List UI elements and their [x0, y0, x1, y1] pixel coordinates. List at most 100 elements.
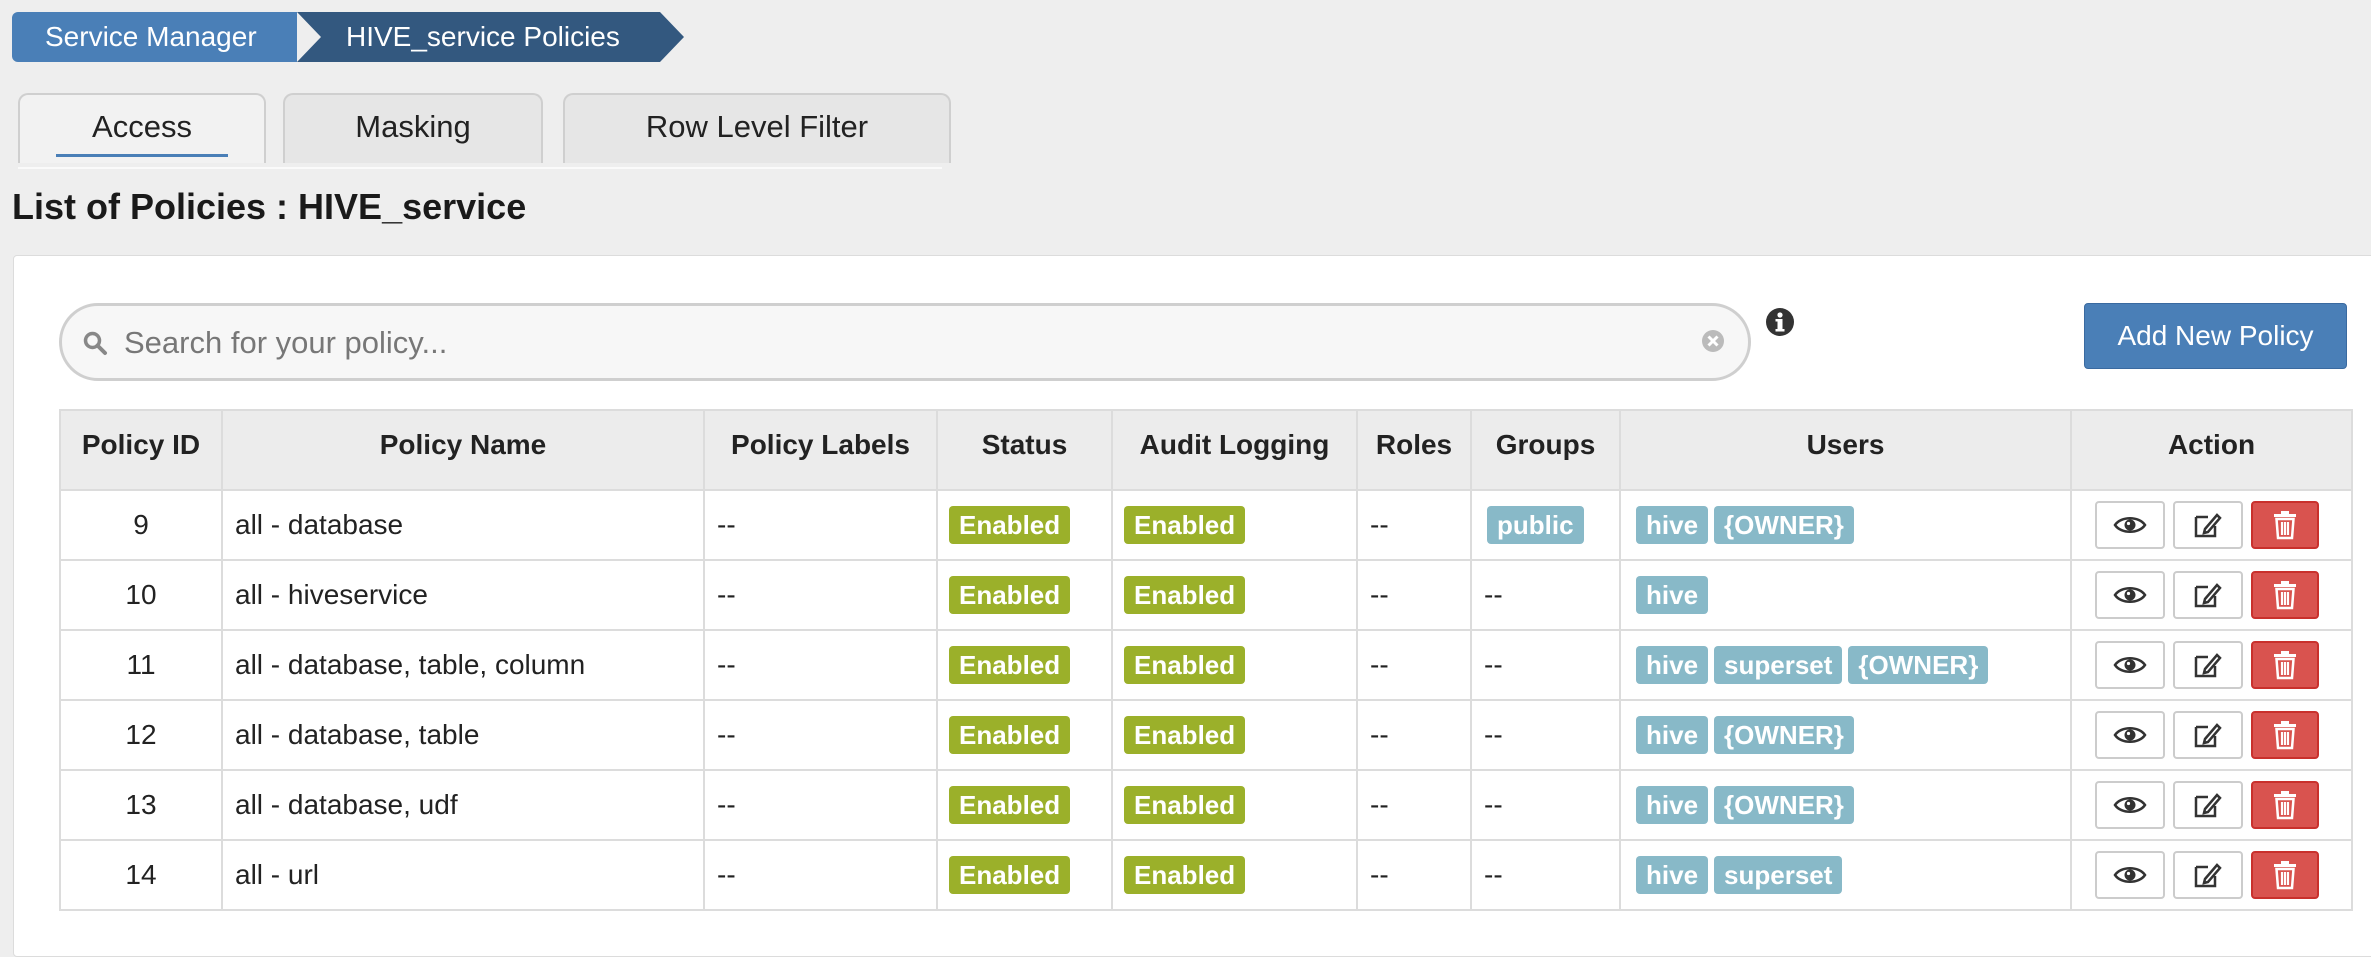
roles-cell: --	[1356, 559, 1472, 631]
table-row: 9 all - database -- Enabled Enabled -- public h…	[59, 489, 2353, 561]
user-badge: hive	[1636, 856, 1709, 894]
user-badge: {OWNER}	[1714, 716, 1854, 754]
user-badge: superset	[1714, 646, 1843, 684]
policy-name: all - database, table, column	[221, 629, 705, 701]
policy-labels: --	[703, 559, 938, 631]
edit-policy-button[interactable]	[2173, 501, 2243, 549]
users-cell: hive {OWNER}	[1619, 699, 2072, 771]
column-header: Action	[2070, 409, 2353, 491]
policy-id-link[interactable]: 9	[59, 489, 223, 561]
policy-id-link[interactable]: 13	[59, 769, 223, 841]
column-header: Roles	[1356, 409, 1472, 491]
groups-cell: public	[1470, 489, 1621, 561]
view-policy-button[interactable]	[2095, 711, 2165, 759]
status-cell: Enabled	[936, 839, 1113, 911]
audit-logging-badge: Enabled	[1124, 856, 1246, 894]
table-row: 12 all - database, table -- Enabled Enabled -…	[59, 699, 2353, 771]
status-badge: Enabled	[949, 506, 1071, 544]
user-badge: hive	[1636, 716, 1709, 754]
policy-id-link[interactable]: 14	[59, 839, 223, 911]
user-badge: hive	[1636, 506, 1709, 544]
edit-policy-button[interactable]	[2173, 641, 2243, 689]
info-icon[interactable]	[1765, 307, 1795, 342]
column-header: Audit Logging	[1111, 409, 1358, 491]
edit-policy-button[interactable]	[2173, 781, 2243, 829]
column-header: Users	[1619, 409, 2072, 491]
column-header: Groups	[1470, 409, 1621, 491]
breadcrumb-hive-service-policies[interactable]: HIVE_service Policies	[297, 12, 684, 62]
column-header[interactable]: Policy ID	[59, 409, 223, 491]
policy-name: all - hiveservice	[221, 559, 705, 631]
delete-policy-button[interactable]	[2251, 851, 2319, 899]
user-badge: {OWNER}	[1714, 506, 1854, 544]
policy-id-link[interactable]: 12	[59, 699, 223, 771]
status-cell: Enabled	[936, 489, 1113, 561]
groups-cell: --	[1470, 699, 1621, 771]
tab-row-level-filter[interactable]: Row Level Filter	[563, 93, 951, 163]
roles-cell: --	[1356, 699, 1472, 771]
breadcrumb-service-manager[interactable]: Service Manager	[12, 12, 326, 62]
page-title: List of Policies : HIVE_service	[12, 186, 527, 227]
table-row: 14 all - url -- Enabled Enabled -- -- hive super…	[59, 839, 2353, 911]
edit-policy-button[interactable]	[2173, 571, 2243, 619]
user-badge: {OWNER}	[1714, 786, 1854, 824]
table-header-row: Policy ID Policy Name Policy Labels Stat…	[59, 409, 2353, 491]
search-box[interactable]	[59, 303, 1751, 381]
view-policy-button[interactable]	[2095, 571, 2165, 619]
tab-access[interactable]: Access	[18, 93, 266, 163]
status-cell: Enabled	[936, 699, 1113, 771]
roles-cell: --	[1356, 629, 1472, 701]
audit-cell: Enabled	[1111, 489, 1358, 561]
audit-cell: Enabled	[1111, 769, 1358, 841]
policy-labels: --	[703, 839, 938, 911]
users-cell: hive superset	[1619, 839, 2072, 911]
delete-policy-button[interactable]	[2251, 711, 2319, 759]
column-header[interactable]: Policy Name	[221, 409, 705, 491]
audit-cell: Enabled	[1111, 699, 1358, 771]
delete-policy-button[interactable]	[2251, 781, 2319, 829]
action-cell	[2070, 839, 2353, 911]
status-badge: Enabled	[949, 786, 1071, 824]
action-cell	[2070, 559, 2353, 631]
clear-icon[interactable]	[1700, 328, 1726, 359]
table-row: 13 all - database, udf -- Enabled Enabled -- -…	[59, 769, 2353, 841]
action-cell	[2070, 769, 2353, 841]
policy-table: Policy ID Policy Name Policy Labels Stat…	[59, 409, 2353, 911]
user-badge: hive	[1636, 646, 1709, 684]
view-policy-button[interactable]	[2095, 501, 2165, 549]
policy-name: all - database, udf	[221, 769, 705, 841]
policy-labels: --	[703, 699, 938, 771]
action-cell	[2070, 699, 2353, 771]
user-badge: superset	[1714, 856, 1843, 894]
policy-id-link[interactable]: 11	[59, 629, 223, 701]
users-cell: hive	[1619, 559, 2072, 631]
edit-policy-button[interactable]	[2173, 711, 2243, 759]
policy-name: all - url	[221, 839, 705, 911]
delete-policy-button[interactable]	[2251, 571, 2319, 619]
view-policy-button[interactable]	[2095, 641, 2165, 689]
policy-labels: --	[703, 489, 938, 561]
breadcrumb-label: Service Manager	[45, 21, 257, 52]
active-tab-indicator	[56, 154, 228, 157]
group-badge: public	[1487, 506, 1584, 544]
groups-cell: --	[1470, 769, 1621, 841]
audit-logging-badge: Enabled	[1124, 646, 1246, 684]
status-badge: Enabled	[949, 716, 1071, 754]
search-input[interactable]	[122, 320, 1676, 366]
policy-tabs: Access Masking Row Level Filter	[18, 93, 951, 169]
status-badge: Enabled	[949, 646, 1071, 684]
delete-policy-button[interactable]	[2251, 501, 2319, 549]
delete-policy-button[interactable]	[2251, 641, 2319, 689]
audit-cell: Enabled	[1111, 629, 1358, 701]
action-cell	[2070, 489, 2353, 561]
add-new-policy-button[interactable]: Add New Policy	[2084, 303, 2347, 369]
audit-logging-badge: Enabled	[1124, 576, 1246, 614]
policy-id-link[interactable]: 10	[59, 559, 223, 631]
column-header: Policy Labels	[703, 409, 938, 491]
view-policy-button[interactable]	[2095, 851, 2165, 899]
edit-policy-button[interactable]	[2173, 851, 2243, 899]
tab-masking[interactable]: Masking	[283, 93, 543, 163]
action-cell	[2070, 629, 2353, 701]
status-cell: Enabled	[936, 769, 1113, 841]
view-policy-button[interactable]	[2095, 781, 2165, 829]
